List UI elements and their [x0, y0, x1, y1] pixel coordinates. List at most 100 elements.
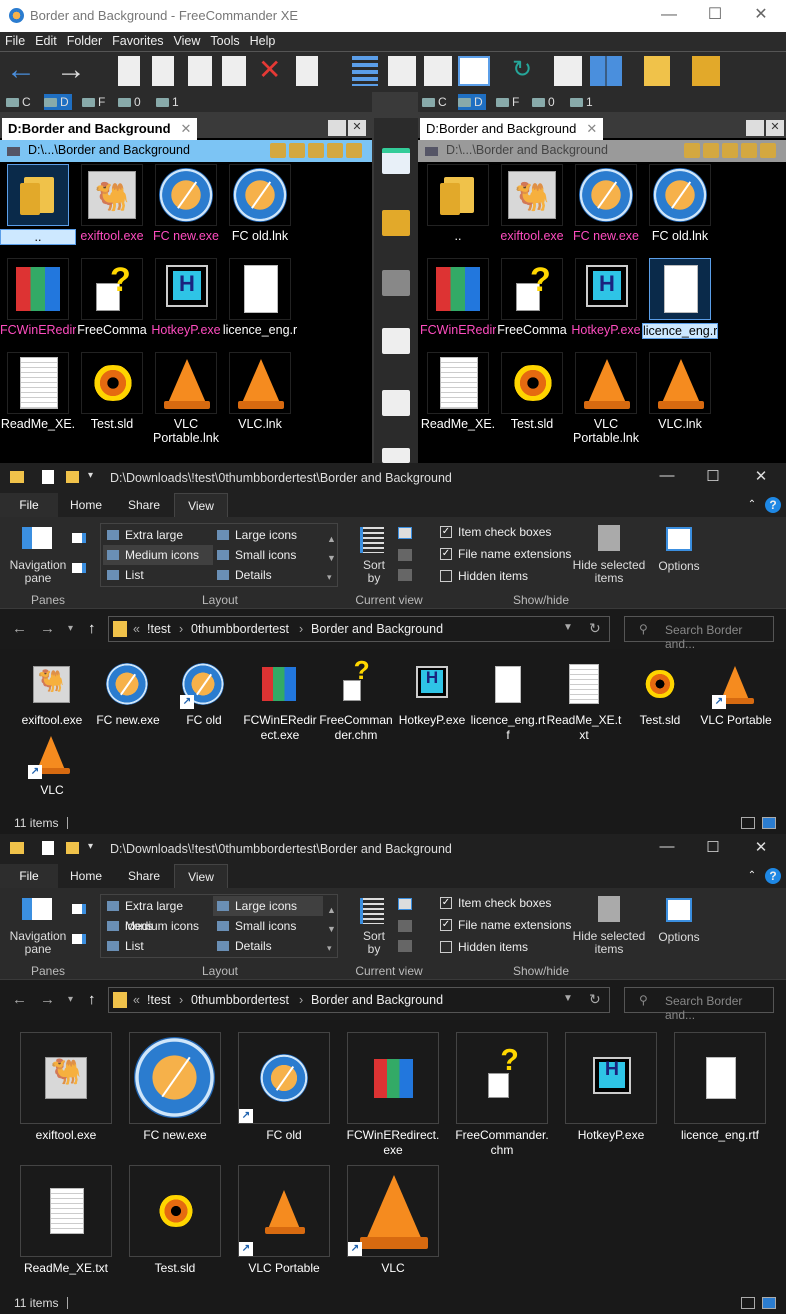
sort-by-button[interactable]: Sort by — [362, 930, 386, 956]
folder-sync-icon[interactable] — [382, 210, 410, 236]
file-item[interactable]: ↗ VLC Portable — [698, 661, 774, 728]
address-bar[interactable]: « !test › 0thumbbordertest › Border and … — [108, 987, 610, 1013]
recent-locations-icon[interactable]: ▾ — [68, 623, 73, 634]
search-box[interactable]: ⚲ Search Border and... — [624, 616, 774, 651]
close-panel-button[interactable]: ✕ — [348, 120, 366, 136]
tab-share[interactable]: Share — [114, 864, 174, 888]
file-item[interactable]: ReadMe_XE. — [420, 352, 496, 431]
maximize-button[interactable]: ☐ — [692, 4, 738, 28]
layout-list[interactable]: List — [103, 565, 213, 585]
minimize-button[interactable]: — — [644, 467, 690, 484]
more-tools-icon[interactable] — [382, 448, 410, 463]
close-button[interactable]: ✕ — [738, 838, 784, 856]
gallery-scroll-icon[interactable]: ▲ ▼ ▾ — [327, 901, 336, 958]
layout-small-icons[interactable]: Small icons — [213, 916, 323, 936]
recent-locations-icon[interactable]: ▾ — [68, 994, 73, 1005]
layout-medium-icons[interactable]: Medium icons — [103, 916, 213, 936]
drive-f[interactable]: F — [82, 94, 105, 110]
file-item[interactable]: ↗ VLC — [14, 731, 90, 798]
group-by-icon[interactable] — [398, 898, 412, 910]
file-item[interactable]: VLC.lnk — [642, 352, 718, 431]
search-box[interactable]: ⚲ Search Border and... — [624, 987, 774, 1022]
file-item[interactable]: licence_eng.rtf — [672, 1032, 768, 1143]
copy-to-icon[interactable] — [382, 328, 410, 354]
large-icons-toggle-icon[interactable] — [762, 817, 776, 829]
file-item[interactable]: FCWinERedir — [420, 258, 496, 337]
layout-icon[interactable] — [590, 56, 622, 86]
edit-file-icon[interactable] — [152, 56, 174, 86]
refresh-icon[interactable]: ↻ — [589, 991, 601, 1008]
menu-edit[interactable]: Edit — [30, 32, 62, 50]
details-view-icon[interactable] — [388, 56, 416, 86]
navigation-pane-button[interactable]: Navigation pane — [8, 930, 68, 956]
path-bar-right[interactable]: D:\...\Border and Background — [418, 140, 786, 162]
split-view-icon[interactable] — [382, 148, 410, 174]
item-check-boxes[interactable]: ✓ Item check boxes — [438, 525, 551, 539]
tab-right[interactable]: D:Border and Background ✕ — [420, 118, 604, 140]
file-item[interactable]: FC new.exe — [90, 661, 166, 728]
refresh-icon[interactable]: ↻ — [512, 56, 540, 86]
breadcrumb-test[interactable]: !test — [147, 622, 171, 636]
file-item[interactable]: VLC.lnk — [222, 352, 298, 431]
drive-c[interactable]: C — [422, 94, 447, 110]
root-folder-icon[interactable] — [327, 143, 343, 158]
tab-file[interactable]: File — [0, 493, 58, 517]
file-item[interactable]: ↗ VLC — [345, 1165, 441, 1276]
hidden-items[interactable]: Hidden items — [438, 569, 528, 583]
forward-icon[interactable]: → — [40, 620, 55, 637]
help-icon[interactable]: ? — [765, 868, 781, 884]
file-item[interactable]: FC new.exe — [148, 164, 224, 243]
minimize-button[interactable]: — — [646, 4, 692, 28]
file-item[interactable]: FCWinERedir — [0, 258, 76, 337]
address-dropdown-icon[interactable]: ▼ — [563, 993, 573, 1004]
breadcrumb-border-and-background[interactable]: Border and Background — [311, 622, 443, 636]
file-item[interactable]: exiftool.exe — [494, 164, 570, 243]
navigation-pane-button[interactable]: Navigation pane — [8, 559, 68, 585]
file-name-extensions[interactable]: ✓ File name extensions — [438, 918, 571, 932]
history-icon[interactable] — [684, 143, 700, 158]
tab-share[interactable]: Share — [114, 493, 174, 517]
file-item[interactable]: HotkeyP.exe — [394, 661, 470, 728]
favorites-heart-icon[interactable] — [703, 143, 719, 158]
forward-arrow-icon[interactable]: → — [56, 55, 86, 86]
hide-selected-items-button[interactable]: Hide selected items — [572, 930, 646, 956]
file-item[interactable]: VLC Portable.lnk — [568, 352, 644, 445]
copy-icon[interactable] — [188, 56, 212, 86]
layout-large-icons[interactable]: Large icons — [213, 525, 323, 545]
back-icon[interactable]: ← — [12, 620, 27, 637]
properties-icon[interactable] — [296, 56, 318, 86]
up-icon[interactable]: ↑ — [88, 991, 96, 1008]
file-item[interactable]: Test.sld — [622, 661, 698, 728]
file-item[interactable]: FCWinERedirect.exe — [242, 661, 318, 743]
properties-qa-icon[interactable] — [42, 841, 54, 855]
drive-0[interactable]: 0 — [118, 94, 141, 110]
details-view-toggle-icon[interactable] — [741, 1297, 755, 1309]
drive-f[interactable]: F — [496, 94, 519, 110]
copy-path-icon[interactable] — [346, 143, 362, 158]
details-pane-icon[interactable] — [72, 563, 86, 573]
close-panel-button[interactable]: ✕ — [766, 120, 784, 136]
menu-file[interactable]: File — [0, 32, 30, 50]
add-columns-icon[interactable] — [398, 549, 412, 561]
preview-pane-icon[interactable] — [72, 533, 86, 543]
layout-extra-large-icons[interactable]: Extra large icons — [103, 525, 213, 562]
file-item[interactable]: exiftool.exe — [14, 661, 90, 728]
tab-menu-button[interactable] — [746, 120, 764, 136]
view-file-icon[interactable] — [118, 56, 140, 86]
root-folder-icon[interactable] — [741, 143, 757, 158]
item-check-boxes[interactable]: ✓ Item check boxes — [438, 896, 551, 910]
layout-medium-icons[interactable]: Medium icons — [103, 545, 213, 565]
tools-icon[interactable] — [382, 270, 410, 296]
file-item[interactable]: licence_eng.r — [642, 258, 718, 339]
address-bar[interactable]: « !test › 0thumbbordertest › Border and … — [108, 616, 610, 642]
drive-0[interactable]: 0 — [532, 94, 555, 110]
collapse-ribbon-icon[interactable]: ⌃ — [744, 493, 760, 517]
parent-folder-icon[interactable] — [308, 143, 324, 158]
hide-selected-items-button[interactable]: Hide selected items — [572, 559, 646, 585]
new-folder-qa-icon[interactable] — [66, 842, 79, 854]
layout-details[interactable]: Details — [213, 565, 323, 585]
list-view-icon[interactable] — [424, 56, 452, 86]
tab-file[interactable]: File — [0, 864, 58, 888]
menu-view[interactable]: View — [169, 32, 206, 50]
file-name-extensions[interactable]: ✓ File name extensions — [438, 547, 571, 561]
